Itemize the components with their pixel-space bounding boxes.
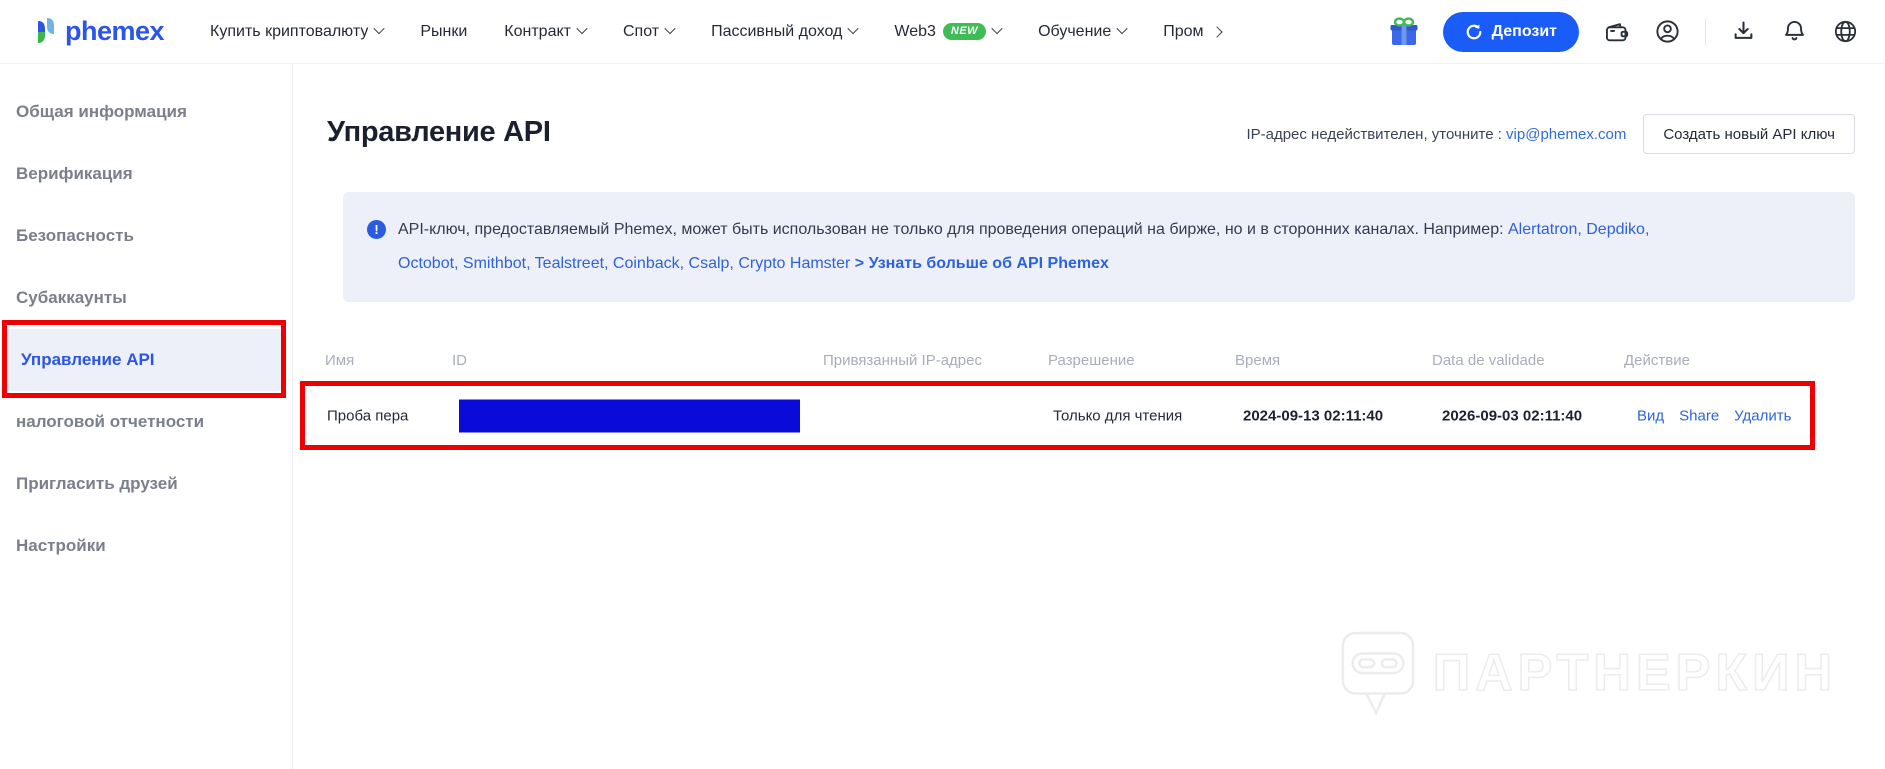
api-key-created-time: 2024-09-13 02:11:40 [1243,407,1384,424]
api-info-banner: API-ключ, предоставляемый Phemex, может … [343,192,1855,302]
page-title: Управление API [327,116,551,148]
gift-icon[interactable] [1389,16,1419,48]
wallet-icon[interactable] [1603,18,1630,45]
phemex-logo-icon [38,17,54,43]
sidebar-item-settings[interactable]: Настройки [0,515,292,577]
phemex-logo-text: phemex [65,16,165,46]
watermark: ПАРТНЕРКИН [1339,629,1837,717]
column-header-action: Действие [1624,352,1690,369]
create-api-key-button[interactable]: Создать новый API ключ [1643,114,1855,154]
partner-links[interactable]: Octobot, Smithbot, Tealstreet, Coinback,… [398,255,855,272]
sidebar-item-subaccounts[interactable]: Субаккаунты [0,267,292,329]
column-header-bound-ip: Привязанный IP-адрес [823,352,982,369]
nav-learn[interactable]: Обучение [1038,22,1128,41]
chevron-down-icon [847,22,860,35]
api-key-validity-date: 2026-09-03 02:11:40 [1442,407,1583,424]
sidebar-menu: Общая информация Верификация Безопасност… [0,81,292,577]
chevron-down-icon [991,22,1003,35]
nav-promo[interactable]: Пром [1163,23,1223,41]
column-header-permission: Разрешение [1048,352,1135,369]
nav-web3[interactable]: Web3 NEW [894,22,1003,41]
column-header-validity: Data de validade [1432,352,1545,369]
nav-markets[interactable]: Рынки [420,23,467,41]
header-right-cluster: Депозит [1389,11,1859,52]
api-table-header: Имя ID Привязанный IP-адрес Разрешение В… [293,345,1885,381]
main-nav: Купить криптовалюту Рынки Контракт Спот … [210,22,1223,41]
sidebar: Общая информация Верификация Безопасност… [0,64,293,769]
sidebar-item-invite-friends[interactable]: Пригласить друзей [0,453,292,515]
banner-line-2: Octobot, Smithbot, Tealstreet, Coinback,… [398,247,1649,281]
main-content: Управление API IP-адрес недействителен, … [293,64,1885,769]
new-badge: NEW [942,23,987,40]
phemex-logo[interactable]: phemex [34,16,165,47]
support-email-link[interactable]: vip@phemex.com [1506,126,1626,143]
info-icon [367,220,386,239]
learn-more-api-link[interactable]: > Узнать больше об API Phemex [855,255,1109,272]
chevron-down-icon [373,22,386,35]
nav-spot[interactable]: Спот [623,22,676,41]
page: phemex Купить криптовалюту Рынки Контрак… [0,0,1885,769]
banner-line-1: API-ключ, предоставляемый Phemex, может … [398,221,1650,238]
chevron-down-icon [664,22,676,35]
sidebar-item-api-management[interactable]: Управление API [2,320,286,398]
deposit-button[interactable]: Депозит [1442,11,1579,52]
ip-invalid-note: IP-адрес недействителен, уточните : vip@… [1246,125,1627,143]
chevron-right-icon [1210,25,1223,38]
sidebar-item-general-info[interactable]: Общая информация [0,81,292,143]
download-icon[interactable] [1730,18,1757,45]
nav-buy-crypto[interactable]: Купить криптовалюту [210,22,386,41]
top-navbar: phemex Купить криптовалюту Рынки Контрак… [0,0,1885,64]
header-divider [1705,18,1706,45]
watermark-logo-icon [1341,631,1415,716]
sidebar-item-security[interactable]: Безопасность [0,205,292,267]
profile-icon[interactable] [1654,18,1681,45]
sidebar-item-tax-reporting[interactable]: налоговой отчетности [0,391,292,453]
nav-contract[interactable]: Контракт [504,22,588,41]
title-right-group: IP-адрес недействителен, уточните : vip@… [1246,114,1855,154]
delete-link[interactable]: Удалить [1734,407,1791,424]
api-key-id-redacted [459,399,800,432]
column-header-id: ID [452,352,467,369]
sidebar-item-verification[interactable]: Верификация [0,143,292,205]
share-link[interactable]: Share [1679,407,1719,424]
watermark-text: ПАРТНЕРКИН [1432,643,1837,703]
deposit-refresh-icon [1466,24,1482,39]
view-link[interactable]: Вид [1637,407,1664,424]
column-header-name: Имя [325,352,355,369]
api-key-table-row: Проба пера Только для чтения 2024-09-13 … [300,381,1815,450]
api-key-name: Проба пера [327,407,409,424]
banner-text: API-ключ, предоставляемый Phemex, может … [398,213,1649,281]
chevron-down-icon [576,22,588,35]
column-header-time: Время [1235,352,1281,369]
nav-passive-income[interactable]: Пассивный доход [711,22,860,41]
api-key-actions: Вид Share Удалить [1637,407,1791,424]
partner-links[interactable]: Alertatron, Depdiko, [1508,221,1649,238]
globe-icon[interactable] [1832,18,1859,45]
api-key-permission: Только для чтения [1053,407,1183,424]
bell-icon[interactable] [1781,18,1808,45]
chevron-down-icon [1116,22,1128,35]
